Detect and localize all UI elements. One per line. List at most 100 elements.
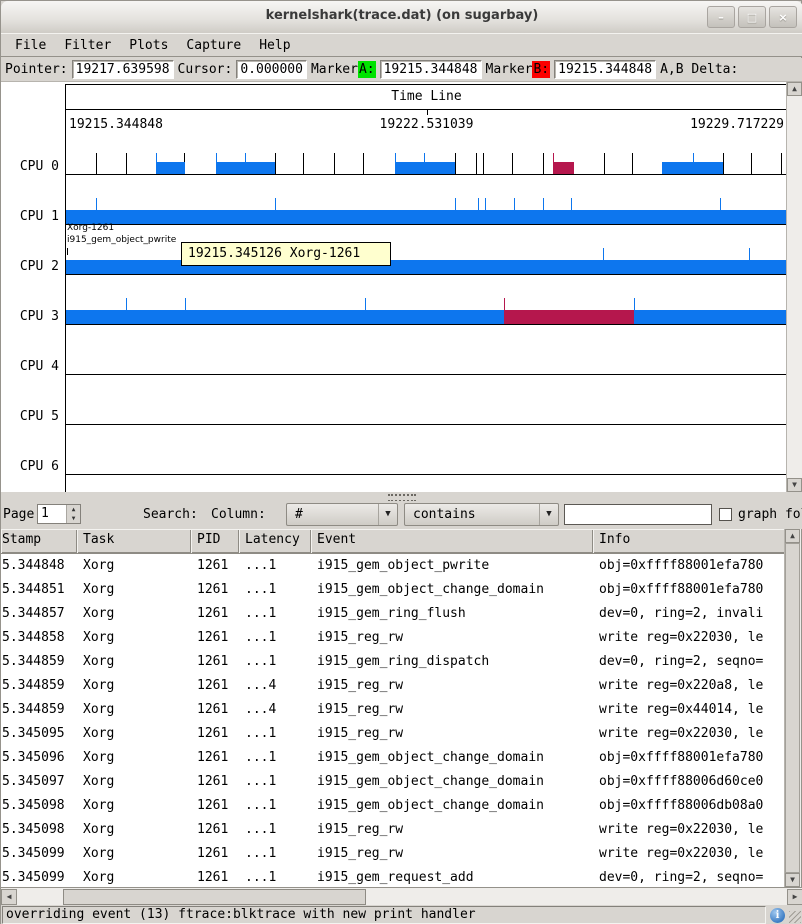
table-row[interactable]: 5.344859Xorg1261...4i915_reg_rwwrite reg… <box>1 674 785 698</box>
table-row[interactable]: 5.345096Xorg1261...1i915_gem_object_chan… <box>1 746 785 770</box>
column-header-pid[interactable]: PID <box>191 529 239 553</box>
scroll-down-icon[interactable]: ▼ <box>785 873 800 887</box>
event-tick <box>96 153 97 174</box>
table-cell: ...1 <box>239 770 311 794</box>
event-tick <box>723 153 724 174</box>
column-header-info[interactable]: Info <box>593 529 785 553</box>
table-cell: 5.344848 <box>1 554 77 578</box>
search-input[interactable] <box>564 504 712 525</box>
event-tick <box>483 153 484 174</box>
scrollbar-thumb[interactable] <box>785 543 800 873</box>
delta-label: A,B Delta: <box>660 62 738 77</box>
page-value: 1 <box>41 506 49 521</box>
spin-up-icon[interactable]: ▲ <box>67 505 80 514</box>
table-cell: Xorg <box>77 602 191 626</box>
table-cell: ...1 <box>239 626 311 650</box>
timeline-plot[interactable]: Time Line 19215.344848 19222.531039 1922… <box>65 84 787 492</box>
table-cell: i915_gem_ring_dispatch <box>311 650 593 674</box>
cursor-label: Cursor: <box>178 62 233 77</box>
table-row[interactable]: 5.344859Xorg1261...4i915_reg_rwwrite reg… <box>1 698 785 722</box>
menu-item-plots[interactable]: Plots <box>129 38 168 53</box>
scroll-left-icon[interactable]: ◀ <box>1 889 17 905</box>
kernelshark-window: kernelshark(trace.dat) (on sugarbay) – □… <box>0 0 802 924</box>
table-cell: Xorg <box>77 554 191 578</box>
table-row[interactable]: 5.344851Xorg1261...1i915_gem_object_chan… <box>1 578 785 602</box>
axis-label-end: 19229.717229 <box>690 117 784 132</box>
table-cell: Xorg <box>77 674 191 698</box>
table-cell: obj=0xffff88001efa780 <box>593 554 785 578</box>
event-tick <box>303 153 304 174</box>
column-header-event[interactable]: Event <box>311 529 593 553</box>
column-header-latency[interactable]: Latency <box>239 529 311 553</box>
event-tick <box>781 153 782 174</box>
menu-item-help[interactable]: Help <box>259 38 290 53</box>
operator-select[interactable]: contains ▼ <box>404 503 559 526</box>
resize-grip-icon[interactable] <box>789 911 801 923</box>
info-icon[interactable]: i <box>770 908 785 923</box>
table-cell: ...1 <box>239 650 311 674</box>
table-cell: 1261 <box>191 818 239 842</box>
column-header-stamp[interactable]: Stamp <box>1 529 77 553</box>
page-label: Page <box>3 507 34 522</box>
table-row[interactable]: 5.345099Xorg1261...1i915_reg_rwwrite reg… <box>1 842 785 866</box>
table-row[interactable]: 5.345099Xorg1261...1i915_gem_request_add… <box>1 866 785 888</box>
table-row[interactable]: 5.345098Xorg1261...1i915_reg_rwwrite reg… <box>1 818 785 842</box>
cursor-value: 0.000000 <box>236 60 307 79</box>
scrollbar-thumb[interactable] <box>63 889 366 905</box>
table-vertical-scrollbar[interactable]: ▲ ▼ <box>784 529 801 887</box>
table-cell: Xorg <box>77 626 191 650</box>
table-cell: dev=0, ring=2, invali <box>593 602 785 626</box>
menu-item-filter[interactable]: Filter <box>64 38 111 53</box>
cpu-baseline <box>66 374 787 375</box>
table-cell: i915_gem_object_change_domain <box>311 794 593 818</box>
table-cell: Xorg <box>77 842 191 866</box>
minimize-icon[interactable]: – <box>707 6 735 28</box>
scroll-up-icon[interactable]: ▲ <box>787 82 802 96</box>
marker-a-value: 19215.344848 <box>380 60 482 79</box>
scroll-right-icon[interactable]: ▶ <box>787 889 802 905</box>
close-icon[interactable]: × <box>769 6 797 28</box>
table-cell: write reg=0x22030, le <box>593 626 785 650</box>
graph-vertical-scrollbar[interactable]: ▲ ▼ <box>786 82 802 492</box>
page-spinner-arrows[interactable]: ▲ ▼ <box>66 505 80 523</box>
table-cell: write reg=0x22030, le <box>593 842 785 866</box>
cpu-row-label: CPU 0 <box>1 159 59 174</box>
table-cell: i915_gem_object_change_domain <box>311 770 593 794</box>
table-row[interactable]: 5.344859Xorg1261...1i915_gem_ring_dispat… <box>1 650 785 674</box>
table-row[interactable]: 5.345097Xorg1261...1i915_gem_object_chan… <box>1 770 785 794</box>
spin-down-icon[interactable]: ▼ <box>67 514 80 523</box>
column-header-task[interactable]: Task <box>77 529 191 553</box>
operator-select-value: contains <box>405 507 539 522</box>
menu-item-file[interactable]: File <box>15 38 46 53</box>
table-cell: write reg=0x220a8, le <box>593 674 785 698</box>
table-cell: 5.345099 <box>1 842 77 866</box>
table-row[interactable]: 5.344857Xorg1261...1i915_gem_ring_flushd… <box>1 602 785 626</box>
table-cell: dev=0, ring=2, seqno= <box>593 650 785 674</box>
table-row[interactable]: 5.345098Xorg1261...1i915_gem_object_chan… <box>1 794 785 818</box>
maximize-icon[interactable]: □ <box>738 6 766 28</box>
scroll-down-icon[interactable]: ▼ <box>787 478 802 492</box>
menu-item-capture[interactable]: Capture <box>186 38 241 53</box>
title-bar[interactable]: kernelshark(trace.dat) (on sugarbay) – □… <box>1 1 802 34</box>
table-row[interactable]: 5.344848Xorg1261...1i915_gem_object_pwri… <box>1 554 785 578</box>
table-cell: 5.344859 <box>1 650 77 674</box>
scroll-up-icon[interactable]: ▲ <box>785 529 800 543</box>
table-cell: i915_reg_rw <box>311 722 593 746</box>
table-row[interactable]: 5.344858Xorg1261...1i915_reg_rwwrite reg… <box>1 626 785 650</box>
table-cell: 1261 <box>191 626 239 650</box>
marker-b-value: 19215.344848 <box>554 60 656 79</box>
cpu-activity-bar <box>66 260 787 274</box>
table-cell: 5.344859 <box>1 698 77 722</box>
page-spinner[interactable]: 1 ▲ ▼ <box>37 504 81 524</box>
status-message: overriding event (13) ftrace:blktrace wi… <box>2 906 766 924</box>
table-cell: i915_reg_rw <box>311 842 593 866</box>
graph-follows-checkbox[interactable] <box>719 508 732 521</box>
table-row[interactable]: 5.345095Xorg1261...1i915_reg_rwwrite reg… <box>1 722 785 746</box>
search-bar: Page 1 ▲ ▼ Search: Column: # ▼ contains … <box>1 501 802 529</box>
table-horizontal-scrollbar[interactable]: ◀ ▶ <box>1 887 802 905</box>
table-cell: ...1 <box>239 794 311 818</box>
pane-splitter[interactable] <box>1 492 802 501</box>
table-cell: 5.344857 <box>1 602 77 626</box>
event-table: 5.344848Xorg1261...1i915_gem_object_pwri… <box>1 553 785 888</box>
column-select[interactable]: # ▼ <box>286 503 398 526</box>
